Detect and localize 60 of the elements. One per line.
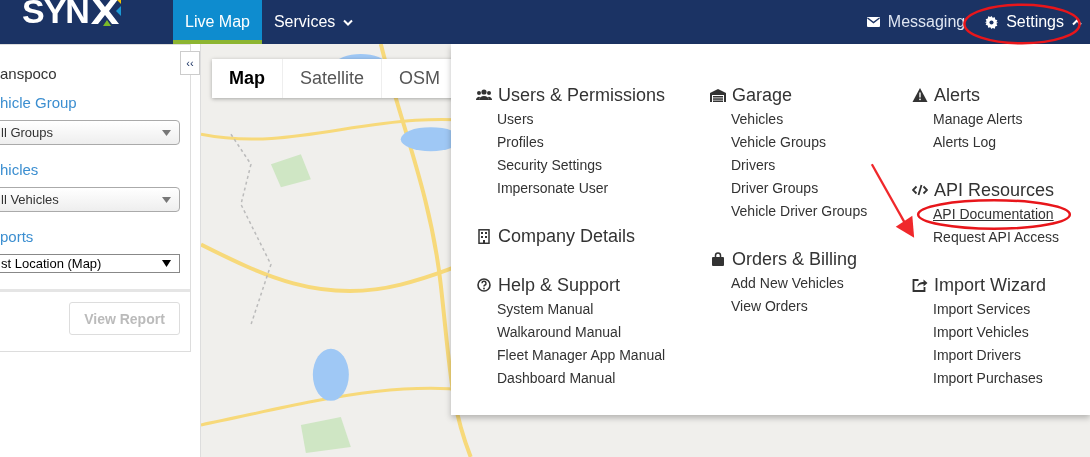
company-name: anspoco	[0, 65, 58, 82]
menu-link[interactable]: Import Purchases	[933, 367, 1043, 390]
select-field[interactable]: st Location (Map)	[0, 254, 180, 273]
gear-icon	[985, 15, 999, 29]
collapse-button[interactable]: ‹‹	[180, 51, 200, 75]
menu-link[interactable]: Vehicles	[731, 108, 784, 131]
field-label: hicle Group	[0, 94, 78, 111]
menu-link[interactable]: Import Services	[933, 298, 1031, 321]
section-title: Help & Support	[498, 274, 621, 296]
menu-link[interactable]: Import Vehicles	[933, 321, 1029, 344]
section-title: Company Details	[498, 225, 636, 247]
menu-link[interactable]: Fleet Manager App Manual	[497, 344, 666, 367]
shopping-bag-icon	[710, 252, 726, 266]
menu-link[interactable]: Vehicle Driver Groups	[731, 200, 868, 223]
garage-icon	[710, 88, 726, 102]
map-type-tab[interactable]: Satellite	[283, 59, 383, 98]
chevron-down-icon	[343, 18, 354, 26]
warning-icon	[912, 88, 928, 102]
menu-link[interactable]: Manage Alerts	[933, 108, 1023, 131]
logo-mark-icon	[88, 0, 121, 26]
menu-link[interactable]: Walkaround Manual	[497, 321, 621, 344]
map-type-tab[interactable]: Map	[212, 59, 283, 98]
help-icon	[476, 278, 492, 292]
users-icon	[476, 89, 492, 101]
section-title: API Resources	[934, 179, 1055, 201]
section-title: Import Wizard	[934, 274, 1047, 296]
menu-link[interactable]: Security Settings	[497, 154, 603, 177]
section-title: Users & Permissions	[498, 84, 666, 106]
field-label: hicles	[0, 161, 40, 178]
menu-link[interactable]: Profiles	[497, 131, 544, 154]
section-title: Orders & Billing	[732, 248, 858, 270]
menu-link[interactable]: Add New Vehicles	[731, 272, 844, 295]
share-icon	[912, 278, 928, 292]
field-label: ports	[0, 228, 35, 245]
menu-link[interactable]: View Orders	[731, 295, 808, 318]
nav-link[interactable]: Messaging	[856, 0, 976, 44]
menu-link[interactable]: Driver Groups	[731, 177, 819, 200]
envelope-icon	[866, 17, 880, 27]
menu-link[interactable]: Dashboard Manual	[497, 367, 616, 390]
menu-link[interactable]: Vehicle Groups	[731, 131, 826, 154]
section-title: Garage	[732, 84, 793, 106]
caret-icon	[162, 260, 171, 267]
menu-link[interactable]: System Manual	[497, 298, 594, 321]
logo-text: SYN	[22, 0, 89, 26]
menu-link[interactable]: Impersonate User	[497, 177, 609, 200]
caret-icon	[162, 129, 171, 136]
code-icon	[912, 184, 928, 196]
caret-icon	[162, 196, 171, 203]
menu-link[interactable]: Request API Access	[933, 226, 1060, 249]
menu-link[interactable]: Import Drivers	[933, 344, 1021, 367]
nav-tab[interactable]: Live Map	[173, 0, 262, 44]
nav-tab[interactable]: Services	[261, 0, 366, 44]
select-field[interactable]: ll Groups	[0, 120, 180, 145]
select-field[interactable]: ll Vehicles	[0, 187, 180, 212]
section-title: Alerts	[934, 84, 980, 106]
building-icon	[476, 228, 492, 244]
menu-link[interactable]: Users	[497, 108, 534, 131]
menu-link[interactable]: Drivers	[731, 154, 776, 177]
menu-link[interactable]: Alerts Log	[933, 131, 997, 154]
nav-link[interactable]: Settings	[975, 0, 1090, 44]
